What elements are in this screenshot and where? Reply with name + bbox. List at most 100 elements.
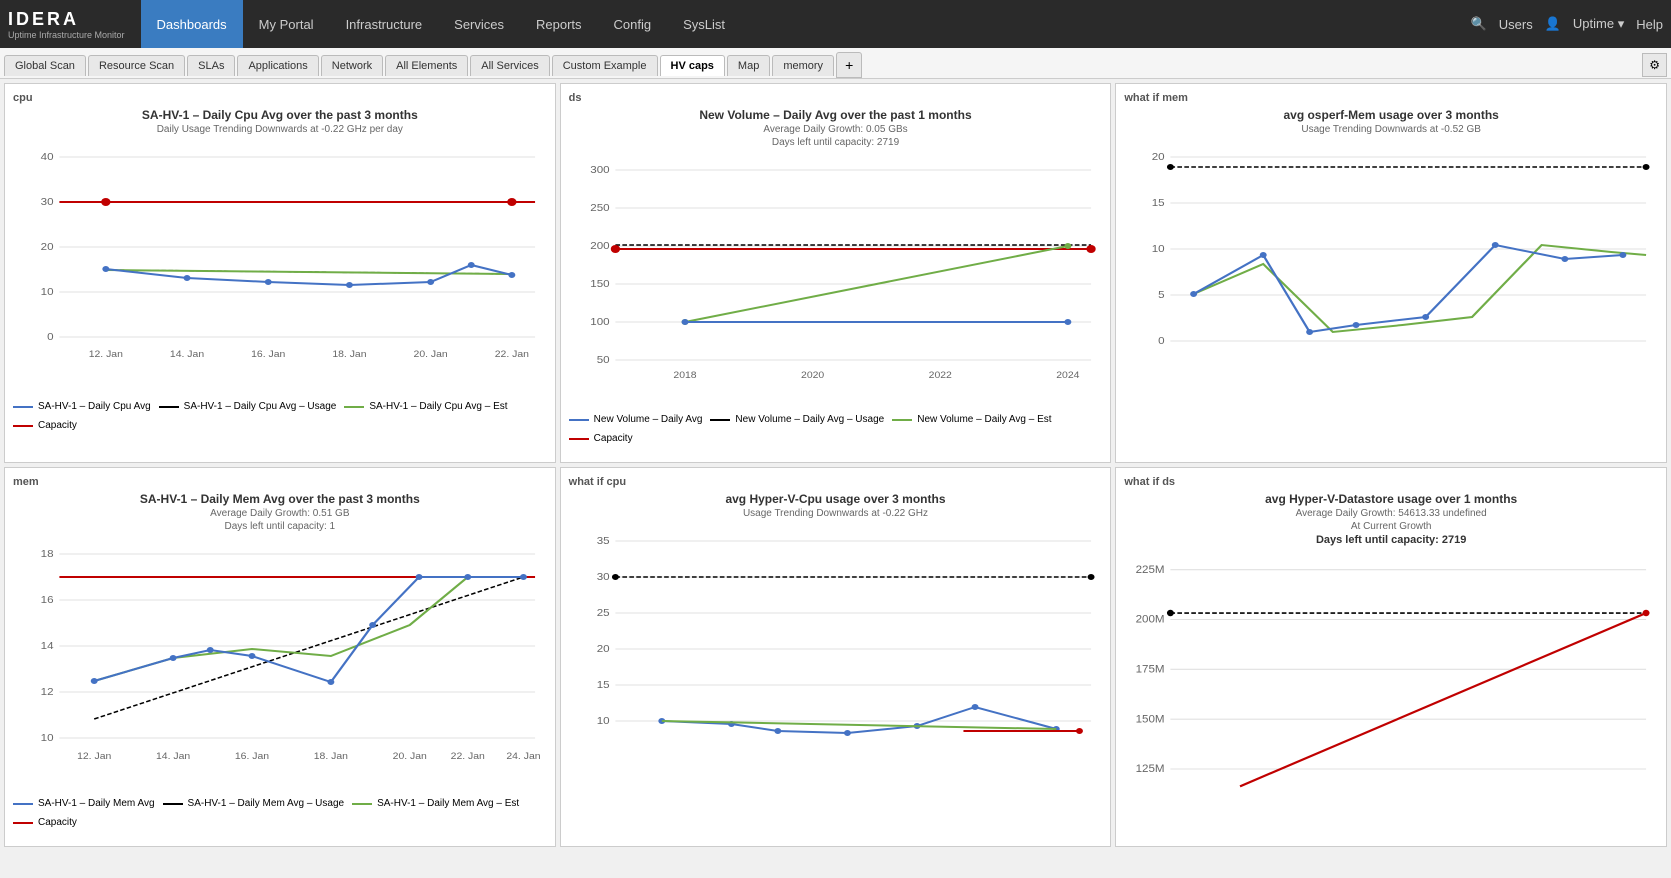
svg-text:225M: 225M bbox=[1136, 564, 1165, 576]
svg-text:20. Jan: 20. Jan bbox=[393, 752, 427, 762]
tab-applications[interactable]: Applications bbox=[237, 55, 318, 76]
search-icon[interactable]: 🔍 bbox=[1471, 16, 1487, 32]
panel-cpu: cpu SA-HV-1 – Daily Cpu Avg over the pas… bbox=[4, 83, 556, 463]
svg-text:12. Jan: 12. Jan bbox=[77, 752, 111, 762]
chart-wifmem-sub1: Usage Trending Downwards at -0.52 GB bbox=[1124, 124, 1658, 135]
chart-cpu-title: SA-HV-1 – Daily Cpu Avg over the past 3 … bbox=[13, 108, 547, 122]
svg-text:200: 200 bbox=[590, 241, 609, 252]
tab-hv-caps[interactable]: HV caps bbox=[660, 55, 725, 76]
chart-mem-area: 18 16 14 12 10 12. Jan 14. Jan 16. Jan 1… bbox=[13, 534, 547, 794]
svg-text:20. Jan: 20. Jan bbox=[414, 350, 448, 360]
chart-cpu-sub1: Daily Usage Trending Downwards at -0.22 … bbox=[13, 124, 547, 135]
svg-text:250: 250 bbox=[590, 203, 609, 214]
logo-text: IDERA bbox=[8, 9, 125, 30]
nav-dashboards[interactable]: Dashboards bbox=[141, 0, 243, 48]
tab-custom-example[interactable]: Custom Example bbox=[552, 55, 658, 76]
chart-mem-sub1: Average Daily Growth: 0.51 GB bbox=[13, 508, 547, 519]
svg-text:10: 10 bbox=[1152, 244, 1165, 255]
svg-text:14: 14 bbox=[41, 641, 54, 652]
svg-text:175M: 175M bbox=[1136, 664, 1165, 676]
chart-wifds-sub1: Average Daily Growth: 54613.33 undefined bbox=[1124, 508, 1658, 519]
panel-what-if-cpu: what if cpu avg Hyper-V-Cpu usage over 3… bbox=[560, 467, 1112, 847]
svg-text:0: 0 bbox=[1158, 336, 1164, 347]
tab-add-button[interactable]: + bbox=[836, 52, 862, 78]
tab-bar: Global Scan Resource Scan SLAs Applicati… bbox=[0, 48, 1671, 79]
svg-text:12. Jan: 12. Jan bbox=[89, 350, 123, 360]
tab-global-scan[interactable]: Global Scan bbox=[4, 55, 86, 76]
panel-mem-label: mem bbox=[13, 476, 547, 488]
svg-text:2020: 2020 bbox=[801, 371, 825, 381]
chart-mem-legend: SA-HV-1 – Daily Mem Avg SA-HV-1 – Daily … bbox=[13, 798, 547, 828]
svg-text:10: 10 bbox=[41, 287, 54, 298]
panel-ds: ds New Volume – Daily Avg over the past … bbox=[560, 83, 1112, 463]
chart-ds-sub2: Days left until capacity: 2719 bbox=[569, 137, 1103, 148]
svg-text:125M: 125M bbox=[1136, 764, 1165, 776]
nav-services[interactable]: Services bbox=[438, 0, 520, 48]
logo-sub: Uptime Infrastructure Monitor bbox=[8, 30, 125, 40]
users-link[interactable]: Users bbox=[1499, 17, 1533, 32]
svg-text:12: 12 bbox=[41, 687, 54, 698]
svg-text:150M: 150M bbox=[1136, 714, 1165, 726]
panel-what-if-mem: what if mem avg osperf-Mem usage over 3 … bbox=[1115, 83, 1667, 463]
tab-all-services[interactable]: All Services bbox=[470, 55, 549, 76]
svg-text:14. Jan: 14. Jan bbox=[170, 350, 204, 360]
panel-ds-label: ds bbox=[569, 92, 1103, 104]
svg-text:16. Jan: 16. Jan bbox=[235, 752, 269, 762]
svg-text:40: 40 bbox=[41, 152, 54, 163]
uptime-link[interactable]: Uptime ▾ bbox=[1573, 16, 1624, 32]
help-link[interactable]: Help bbox=[1636, 17, 1663, 32]
dashboard: cpu SA-HV-1 – Daily Cpu Avg over the pas… bbox=[0, 79, 1671, 851]
chart-wifds-title: avg Hyper-V-Datastore usage over 1 month… bbox=[1124, 492, 1658, 506]
chart-ds-area: 300 250 200 150 100 50 2018 2020 2022 20… bbox=[569, 150, 1103, 410]
tab-network[interactable]: Network bbox=[321, 55, 383, 76]
panel-mem: mem SA-HV-1 – Daily Mem Avg over the pas… bbox=[4, 467, 556, 847]
chart-wifds-area: 225M 200M 175M 150M 125M bbox=[1124, 548, 1658, 808]
chart-wifcpu-title: avg Hyper-V-Cpu usage over 3 months bbox=[569, 492, 1103, 506]
panel-what-if-cpu-label: what if cpu bbox=[569, 476, 1103, 488]
svg-text:18: 18 bbox=[41, 549, 54, 560]
svg-text:30: 30 bbox=[596, 572, 609, 583]
panel-cpu-label: cpu bbox=[13, 92, 547, 104]
svg-text:2022: 2022 bbox=[928, 371, 951, 381]
panel-what-if-mem-label: what if mem bbox=[1124, 92, 1658, 104]
svg-text:300: 300 bbox=[590, 165, 609, 176]
top-nav: IDERA Uptime Infrastructure Monitor Dash… bbox=[0, 0, 1671, 48]
tab-resource-scan[interactable]: Resource Scan bbox=[88, 55, 185, 76]
tab-slas[interactable]: SLAs bbox=[187, 55, 235, 76]
nav-config[interactable]: Config bbox=[598, 0, 668, 48]
svg-text:14. Jan: 14. Jan bbox=[156, 752, 190, 762]
chart-wifmem-area: 20 15 10 5 0 bbox=[1124, 137, 1658, 397]
chart-mem-sub2: Days left until capacity: 1 bbox=[13, 521, 547, 532]
svg-text:20: 20 bbox=[41, 242, 54, 253]
nav-infrastructure[interactable]: Infrastructure bbox=[330, 0, 439, 48]
chart-wifmem-title: avg osperf-Mem usage over 3 months bbox=[1124, 108, 1658, 122]
svg-text:50: 50 bbox=[596, 355, 609, 366]
tab-settings-button[interactable]: ⚙ bbox=[1642, 53, 1667, 77]
chart-wifcpu-sub1: Usage Trending Downwards at -0.22 GHz bbox=[569, 508, 1103, 519]
nav-myportal[interactable]: My Portal bbox=[243, 0, 330, 48]
svg-text:35: 35 bbox=[596, 536, 609, 547]
panel-what-if-ds: what if ds avg Hyper-V-Datastore usage o… bbox=[1115, 467, 1667, 847]
logo: IDERA Uptime Infrastructure Monitor bbox=[8, 9, 125, 40]
nav-reports[interactable]: Reports bbox=[520, 0, 598, 48]
svg-text:18. Jan: 18. Jan bbox=[332, 350, 366, 360]
chart-cpu-legend: SA-HV-1 – Daily Cpu Avg SA-HV-1 – Daily … bbox=[13, 401, 547, 431]
chart-mem-title: SA-HV-1 – Daily Mem Avg over the past 3 … bbox=[13, 492, 547, 506]
svg-text:25: 25 bbox=[596, 608, 609, 619]
nav-items: Dashboards My Portal Infrastructure Serv… bbox=[141, 0, 741, 48]
svg-text:100: 100 bbox=[590, 317, 609, 328]
svg-text:16: 16 bbox=[41, 595, 54, 606]
svg-text:18. Jan: 18. Jan bbox=[314, 752, 348, 762]
nav-right: 🔍 Users 👤 Uptime ▾ Help bbox=[1471, 16, 1663, 32]
chart-ds-title: New Volume – Daily Avg over the past 1 m… bbox=[569, 108, 1103, 122]
svg-text:24. Jan: 24. Jan bbox=[506, 752, 540, 762]
nav-syslist[interactable]: SysList bbox=[667, 0, 741, 48]
chart-ds-legend: New Volume – Daily Avg New Volume – Dail… bbox=[569, 414, 1103, 444]
tab-memory[interactable]: memory bbox=[772, 55, 834, 76]
tab-all-elements[interactable]: All Elements bbox=[385, 55, 468, 76]
svg-text:30: 30 bbox=[41, 197, 54, 208]
tab-map[interactable]: Map bbox=[727, 55, 770, 76]
svg-text:0: 0 bbox=[47, 332, 53, 343]
svg-text:10: 10 bbox=[596, 716, 609, 727]
chart-wifds-sub2: At Current Growth bbox=[1124, 521, 1658, 532]
